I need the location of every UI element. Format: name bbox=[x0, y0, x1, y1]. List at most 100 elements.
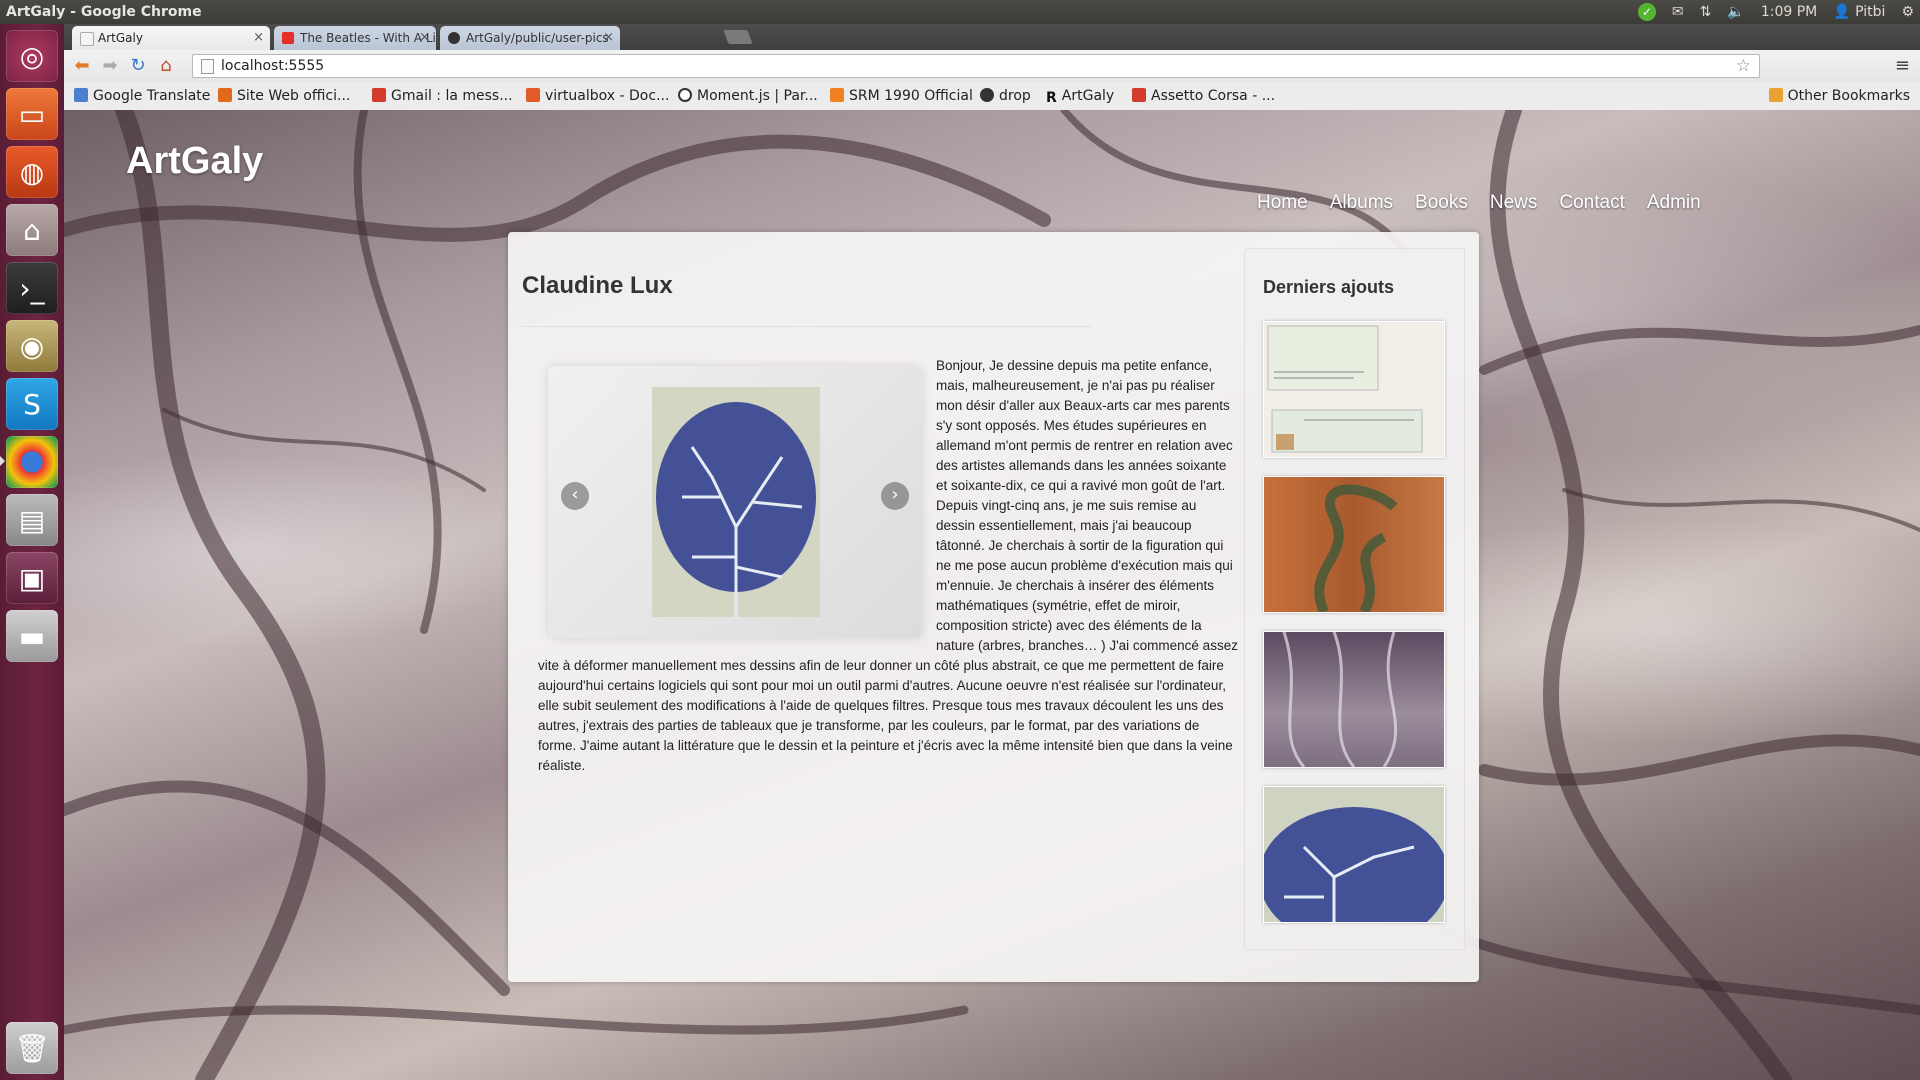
nav-albums[interactable]: Albums bbox=[1330, 192, 1393, 214]
document-artwork bbox=[1267, 325, 1423, 453]
thumbnail-id-document[interactable] bbox=[1263, 321, 1445, 458]
bookmark-label: Gmail : la mess... bbox=[391, 88, 513, 104]
bookmark-label: ArtGaly bbox=[1061, 88, 1115, 104]
nav-admin[interactable]: Admin bbox=[1647, 192, 1701, 214]
bookmark-assetto[interactable]: Assetto Corsa - ... bbox=[1132, 82, 1275, 110]
address-url[interactable]: localhost:5555 bbox=[221, 55, 324, 77]
thumbnail-blue-tree[interactable] bbox=[1263, 786, 1445, 923]
page-icon bbox=[201, 59, 214, 74]
user-menu[interactable]: 👤 Pitbi bbox=[1833, 0, 1885, 24]
close-icon[interactable]: × bbox=[419, 26, 430, 50]
git-icon bbox=[526, 88, 540, 102]
trash-icon[interactable]: 🗑 bbox=[6, 1022, 58, 1074]
software-center-icon[interactable]: ◍ bbox=[6, 146, 58, 198]
bookmark-artgaly[interactable]: R ArtGaly bbox=[1046, 82, 1114, 112]
artgaly-icon: R bbox=[1046, 90, 1057, 106]
star-icon[interactable]: ☆ bbox=[1736, 55, 1751, 77]
thumbnail-purple-abstract[interactable] bbox=[1263, 631, 1445, 768]
site-logo[interactable]: ArtGaly bbox=[126, 140, 263, 183]
user-icon: 👤 bbox=[1833, 4, 1851, 20]
gmail-icon bbox=[372, 88, 386, 102]
bookmark-site-web[interactable]: Site Web offici... bbox=[218, 82, 350, 110]
ubuntu-dash-icon[interactable]: ◎ bbox=[6, 30, 58, 82]
tab-label: The Beatles - With A Little bbox=[300, 31, 436, 45]
github-icon bbox=[448, 32, 460, 44]
bookmark-google-translate[interactable]: Google Translate bbox=[74, 82, 210, 110]
bookmark-label: Site Web offici... bbox=[237, 88, 351, 104]
other-bookmarks[interactable]: Other Bookmarks bbox=[1768, 82, 1910, 110]
green-abstract-artwork bbox=[1314, 484, 1398, 612]
tab-strip: ArtGaly × The Beatles - With A Little × … bbox=[64, 24, 1920, 50]
forward-icon[interactable]: ➡ bbox=[98, 55, 122, 77]
clock[interactable]: 1:09 PM bbox=[1761, 0, 1817, 24]
panel-indicators: ✓ ✉ ⇅ 🔈 1:09 PM 👤 Pitbi ⚙ bbox=[1637, 0, 1914, 24]
disk-icon[interactable]: ▬ bbox=[6, 610, 58, 662]
terminal-icon[interactable]: ›_ bbox=[6, 262, 58, 314]
ubuntu-top-panel: ArtGaly - Google Chrome ✓ ✉ ⇅ 🔈 1:09 PM … bbox=[0, 0, 1920, 24]
carousel-prev-button[interactable]: ‹ bbox=[561, 482, 589, 510]
sync-icon[interactable]: ✓ bbox=[1637, 3, 1656, 21]
tab-artgaly[interactable]: ArtGaly × bbox=[72, 26, 270, 50]
user-name: Pitbi bbox=[1855, 4, 1886, 20]
blogger-icon bbox=[218, 88, 232, 102]
reload-icon[interactable]: ↻ bbox=[126, 55, 150, 77]
unity-launcher: ◎ ▭ ◍ ⌂ ›_ ◉ S ▤ ▣ ▬ 🗑 bbox=[0, 24, 65, 1080]
youtube-icon bbox=[282, 32, 294, 44]
nav-news[interactable]: News bbox=[1490, 192, 1538, 214]
workspace-icon[interactable]: ▣ bbox=[6, 552, 58, 604]
bookmark-label: SRM 1990 Official bbox=[849, 88, 973, 104]
browser-chrome: ArtGaly × The Beatles - With A Little × … bbox=[64, 24, 1920, 112]
new-tab-button[interactable] bbox=[723, 30, 753, 44]
bookmark-drop[interactable]: drop bbox=[980, 82, 1031, 110]
volume-icon[interactable]: 🔈 bbox=[1727, 0, 1744, 24]
speaker-icon[interactable]: ◉ bbox=[6, 320, 58, 372]
bookmark-momentjs[interactable]: Moment.js | Par... bbox=[678, 82, 818, 110]
nav-contact[interactable]: Contact bbox=[1559, 192, 1624, 214]
close-icon[interactable]: × bbox=[253, 26, 264, 50]
store-icon[interactable]: ⌂ bbox=[6, 204, 58, 256]
bookmark-label: virtualbox - Doc... bbox=[545, 88, 670, 104]
artist-name: Claudine Lux bbox=[522, 272, 673, 299]
bookmark-srm[interactable]: SRM 1990 Official bbox=[830, 82, 973, 110]
purple-abstract-artwork bbox=[1282, 632, 1398, 767]
carousel-image[interactable] bbox=[652, 387, 820, 617]
content-panel: Claudine Lux Bonjour, Je dessine depuis … bbox=[508, 232, 1479, 982]
bookmark-virtualbox[interactable]: virtualbox - Doc... bbox=[526, 82, 669, 110]
scanner-icon[interactable]: ▤ bbox=[6, 494, 58, 546]
network-icon[interactable]: ⇅ bbox=[1700, 0, 1712, 24]
back-icon[interactable]: ⬅ bbox=[70, 55, 94, 77]
hamburger-menu-icon[interactable]: ≡ bbox=[1895, 55, 1910, 76]
artwork-carousel: ‹ › bbox=[548, 366, 922, 638]
translate-icon bbox=[74, 88, 88, 102]
tab-label: ArtGaly/public/user-pics bbox=[466, 31, 609, 45]
folder-icon bbox=[1768, 88, 1783, 102]
active-app-indicator bbox=[0, 456, 5, 466]
other-bookmarks-label: Other Bookmarks bbox=[1787, 88, 1910, 104]
tab-beatles[interactable]: The Beatles - With A Little × bbox=[274, 26, 436, 50]
site-navigation: Home Albums Books News Contact Admin bbox=[1257, 192, 1701, 214]
carousel-next-button[interactable]: › bbox=[881, 482, 909, 510]
web-page: ArtGaly Home Albums Books News Contact A… bbox=[64, 110, 1920, 1080]
tab-label: ArtGaly bbox=[98, 31, 143, 45]
files-icon[interactable]: ▭ bbox=[6, 88, 58, 140]
close-icon[interactable]: × bbox=[603, 26, 614, 50]
bookmark-label: Moment.js | Par... bbox=[697, 88, 818, 104]
chrome-icon[interactable] bbox=[6, 436, 58, 488]
gear-icon[interactable]: ⚙ bbox=[1901, 0, 1914, 24]
home-icon[interactable]: ⌂ bbox=[154, 55, 178, 77]
gmail-icon bbox=[1132, 88, 1146, 102]
address-bar[interactable]: localhost:5555 ☆ bbox=[192, 54, 1760, 78]
window-title: ArtGaly - Google Chrome bbox=[6, 4, 202, 20]
sidebar-title: Derniers ajouts bbox=[1263, 277, 1395, 297]
bookmark-gmail[interactable]: Gmail : la mess... bbox=[372, 82, 513, 110]
blue-tree-artwork bbox=[1264, 807, 1444, 922]
thumbnail-green-abstract[interactable] bbox=[1263, 476, 1445, 613]
skype-icon[interactable]: S bbox=[6, 378, 58, 430]
latest-additions-sidebar: Derniers ajouts bbox=[1244, 248, 1465, 950]
clock-icon bbox=[678, 88, 692, 102]
nav-home[interactable]: Home bbox=[1257, 192, 1308, 214]
mail-icon[interactable]: ✉ bbox=[1672, 0, 1684, 24]
nav-books[interactable]: Books bbox=[1415, 192, 1468, 214]
page-icon bbox=[80, 32, 94, 46]
tab-github[interactable]: ArtGaly/public/user-pics × bbox=[440, 26, 620, 50]
